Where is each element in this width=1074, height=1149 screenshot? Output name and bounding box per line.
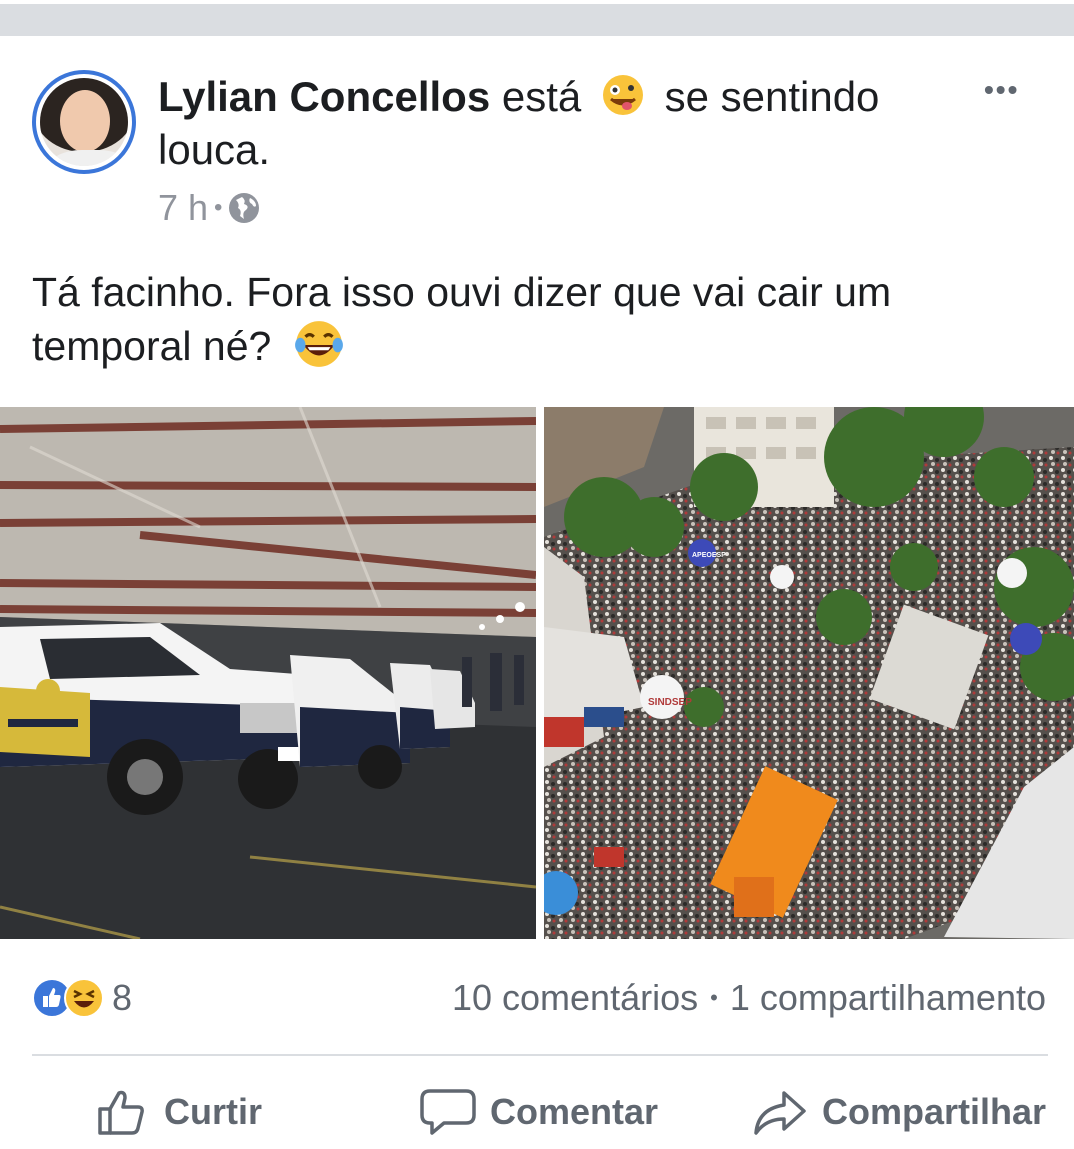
reaction-summary[interactable]: 8: [32, 977, 133, 1018]
balloon-label-apeoesp: APEOESP: [692, 552, 726, 559]
meta-separator: •: [214, 194, 223, 221]
feeling-suffix: se sentindo: [664, 73, 880, 120]
avatar-image: [40, 78, 128, 166]
post-text-line-1: Tá facinho. Fora isso ouvi dizer que vai…: [32, 269, 892, 315]
shares-count[interactable]: 1 compartilhamento: [730, 977, 1046, 1019]
post-meta: 7 h •: [158, 187, 260, 229]
photo-parking-garage[interactable]: [0, 407, 536, 939]
post-text-line-2: temporal né?: [32, 318, 1042, 372]
avatar[interactable]: [32, 70, 136, 174]
globe-icon: [229, 193, 260, 223]
balloon-label-sindsep: SINDSEP: [648, 697, 692, 708]
share-button[interactable]: Compartilhar: [752, 1080, 1046, 1144]
previous-post-edge: [0, 4, 1074, 36]
tears-of-joy-emoji-icon: [294, 321, 343, 367]
engagement-stats: 10 comentários • 1 compartilhamento: [452, 977, 1046, 1019]
comment-button[interactable]: Comentar: [420, 1080, 658, 1144]
haha-reaction-icon: [64, 978, 104, 1018]
photo-grid: SINDSEP APEOESP: [0, 407, 1074, 939]
like-label: Curtir: [164, 1091, 262, 1132]
comment-bubble-icon: [420, 1089, 476, 1135]
feeling-word: louca.: [158, 126, 271, 173]
author-name[interactable]: Lylian Concellos: [158, 73, 490, 120]
crazy-face-emoji-icon: [602, 75, 643, 115]
more-options-icon[interactable]: •••: [984, 76, 1036, 104]
post-time[interactable]: 7 h: [158, 187, 208, 229]
stats-separator: •: [710, 985, 718, 1010]
like-button[interactable]: Curtir: [96, 1080, 262, 1144]
post-title: Lylian Concellos está se sentindo louca.: [158, 70, 928, 176]
reaction-count: 8: [112, 977, 133, 1018]
action-bar: Curtir Comentar Compartilhar: [0, 1080, 1074, 1144]
share-arrow-icon: [754, 1091, 806, 1135]
street-protest-image: SINDSEP APEOESP: [544, 407, 1074, 939]
thumbs-up-icon: [98, 1090, 144, 1135]
share-label: Compartilhar: [822, 1091, 1047, 1132]
parking-garage-image: [0, 407, 536, 939]
comments-count[interactable]: 10 comentários: [452, 977, 698, 1019]
divider: [32, 1054, 1048, 1056]
post-text: Tá facinho. Fora isso ouvi dizer que vai…: [32, 266, 1042, 372]
top-strip: [0, 0, 1074, 36]
feeling-prefix: está: [501, 73, 582, 120]
photo-street-protest[interactable]: SINDSEP APEOESP: [544, 407, 1074, 939]
comment-label: Comentar: [490, 1091, 659, 1132]
post-header: Lylian Concellos está se sentindo louca.…: [0, 40, 1074, 240]
